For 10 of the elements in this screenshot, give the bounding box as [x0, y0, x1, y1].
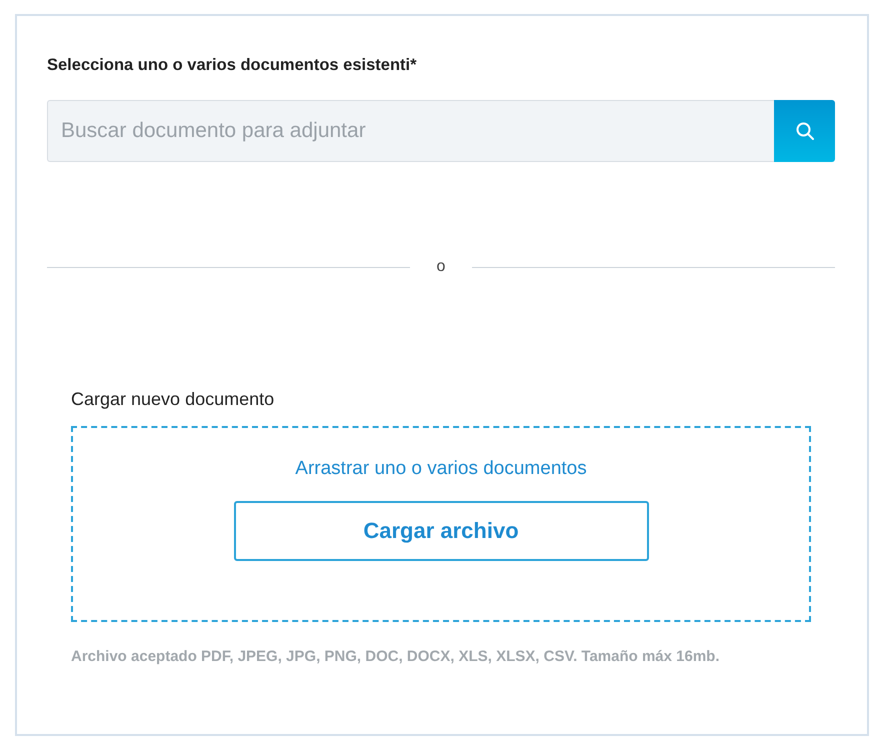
accepted-files-note: Archivo aceptado PDF, JPEG, JPG, PNG, DOC, DOCX, XLS, XLSX, CSV. Tamaño máx 16mb.	[71, 648, 721, 665]
dropzone[interactable]: Arrastrar uno o varios documentos Cargar archivo	[71, 426, 811, 622]
search-button[interactable]	[774, 100, 835, 162]
field-label: Selecciona uno o varios documentos esistenti*	[47, 55, 418, 76]
dropzone-text: Arrastrar uno o varios documentos	[295, 457, 587, 481]
upload-button[interactable]: Cargar archivo	[234, 501, 648, 561]
search-field[interactable]: Buscar documento para adjuntar	[47, 100, 774, 162]
separator-text: o	[436, 258, 446, 276]
search-icon	[794, 121, 814, 141]
section-title: Cargar nuevo documento	[71, 388, 276, 411]
